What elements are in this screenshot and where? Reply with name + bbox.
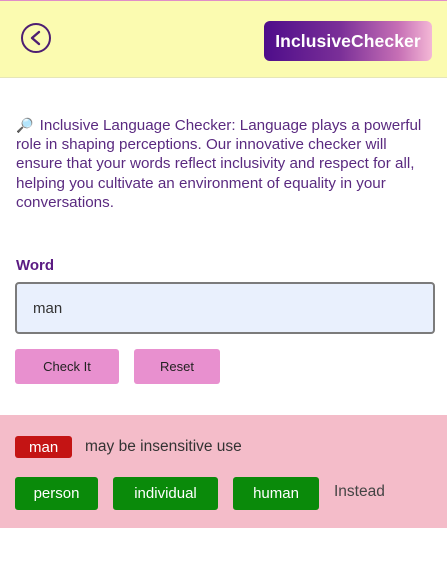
- result-panel: man may be insensitive use person indivi…: [0, 415, 447, 528]
- word-input[interactable]: [15, 282, 435, 334]
- insensitive-message: may be insensitive use: [85, 438, 242, 455]
- brand-logo[interactable]: InclusiveChecker: [264, 21, 432, 61]
- alternative-person[interactable]: person: [15, 477, 98, 510]
- alternative-human[interactable]: human: [233, 477, 319, 510]
- app-header: InclusiveChecker: [0, 0, 447, 78]
- alternative-individual[interactable]: individual: [113, 477, 218, 510]
- instead-label: Instead: [334, 483, 385, 500]
- back-button[interactable]: [21, 23, 51, 53]
- magnifying-glass-icon: 🔎: [16, 117, 34, 133]
- check-it-button[interactable]: Check It: [15, 349, 119, 384]
- word-label: Word: [16, 257, 55, 274]
- chevron-left-icon: [30, 30, 41, 46]
- reset-button[interactable]: Reset: [134, 349, 220, 384]
- intro-text: Inclusive Language Checker: Language pla…: [16, 117, 422, 211]
- flagged-word-badge: man: [15, 436, 73, 458]
- intro-description: 🔎 Inclusive Language Checker: Language p…: [16, 116, 426, 212]
